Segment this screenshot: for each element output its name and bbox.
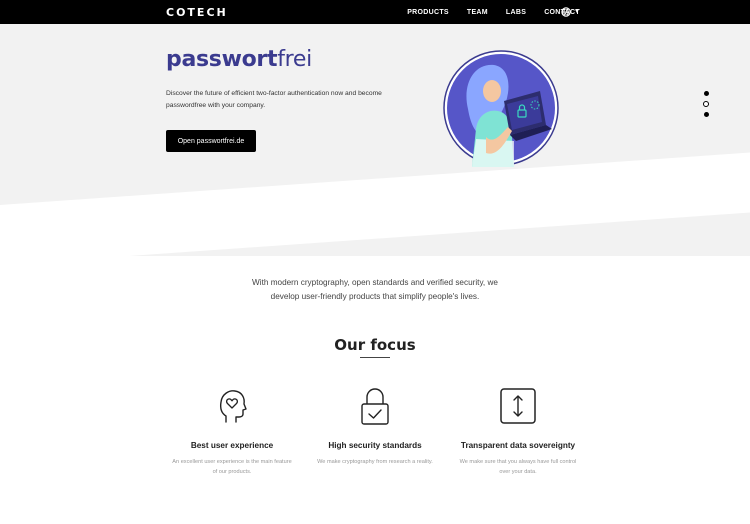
globe-icon (561, 7, 571, 17)
top-navigation-bar: COTECH PRODUCTS TEAM LABS CONTACT ▼ (0, 0, 750, 24)
feature-security: High security standards We make cryptogr… (300, 386, 450, 467)
feature-description-line-1: We make cryptography from research a rea… (317, 459, 433, 465)
nav-item-team[interactable]: TEAM (467, 9, 488, 16)
brand-name-part1: passwort (166, 47, 278, 72)
open-passwortfrei-button[interactable]: Open passwortfrei.de (166, 130, 256, 152)
feature-title: High security standards (328, 441, 422, 450)
feature-description-line-2: of our products. (212, 469, 252, 475)
slide-dot-3[interactable] (703, 112, 709, 117)
slide-dot-2-active[interactable] (703, 101, 709, 107)
slide-pagination (702, 91, 710, 117)
nav-item-products[interactable]: PRODUCTS (407, 9, 449, 16)
feature-description-line-1: We make sure that you always have full c… (459, 459, 577, 465)
feature-data-sovereignty: Transparent data sovereignty We make sur… (443, 386, 593, 477)
feature-description: An excellent user experience is the main… (157, 457, 307, 477)
feature-description-line-1: An excellent user experience is the main… (172, 459, 292, 465)
lock-check-icon (361, 388, 389, 425)
feature-description: We make cryptography from research a rea… (300, 457, 450, 467)
feature-description: We make sure that you always have full c… (443, 457, 593, 477)
nav-item-labs[interactable]: LABS (506, 9, 526, 16)
person-with-laptop-illustration (443, 50, 559, 167)
mission-statement: With modern cryptography, open standards… (0, 276, 750, 304)
feature-title: Best user experience (190, 441, 274, 450)
vertical-arrows-icon (500, 388, 536, 424)
feature-description-line-2: over your data. (499, 469, 537, 475)
language-selector[interactable]: ▼ (561, 5, 585, 19)
slide-dot-1[interactable] (703, 91, 709, 96)
passwortfrei-logo: passwort frei (166, 47, 312, 75)
mission-line-1: With modern cryptography, open standards… (252, 278, 498, 287)
mission-line-2: develop user-friendly products that simp… (270, 292, 480, 301)
chevron-down-icon: ▼ (574, 9, 580, 15)
brand-name-part2: frei (277, 47, 312, 72)
hero-description: Discover the future of efficient two-fac… (166, 90, 382, 109)
main-navigation: PRODUCTS TEAM LABS CONTACT (407, 0, 580, 24)
feature-user-experience: Best user experience An excellent user e… (157, 386, 307, 477)
feature-title: Transparent data sovereignty (460, 441, 576, 450)
cotech-logo[interactable]: COTECH (166, 6, 228, 19)
focus-heading: Our focus (334, 336, 416, 354)
focus-heading-underline (360, 357, 390, 358)
head-heart-icon (219, 390, 247, 423)
